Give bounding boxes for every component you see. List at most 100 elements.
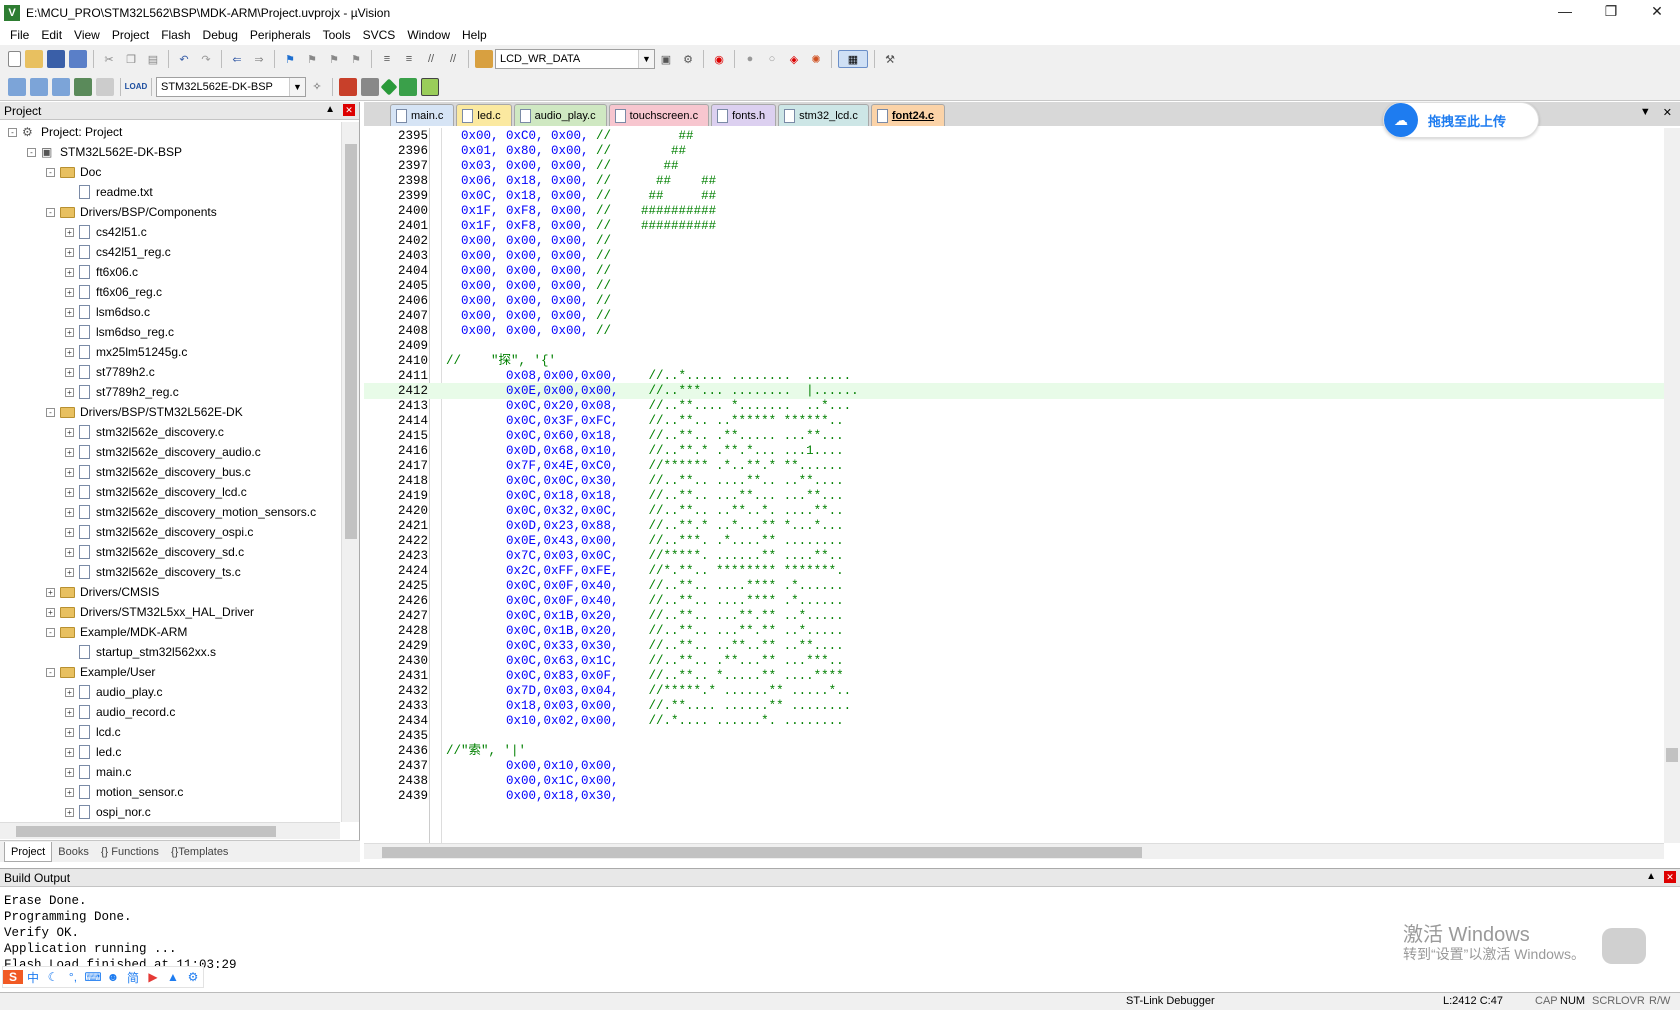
code-line[interactable]: 2428 0x0C,0x1B,0x20, //..**.. ...**.** .… — [364, 623, 1664, 639]
breakpoint-disable-all-icon[interactable]: ◈ — [785, 50, 803, 68]
ime-user-icon[interactable]: ☻ — [103, 970, 123, 984]
editor-horizontal-scrollbar[interactable] — [364, 843, 1664, 859]
select-packs-icon[interactable] — [361, 77, 379, 96]
build-icon[interactable] — [30, 77, 48, 96]
code-line[interactable]: 2430 0x0C,0x63,0x1C, //..**.. .**...** .… — [364, 653, 1664, 669]
expand-icon[interactable]: + — [65, 567, 74, 577]
collapse-icon[interactable]: - — [46, 667, 55, 677]
chat-icon[interactable] — [1602, 928, 1646, 964]
ime-video-icon[interactable]: ▶ — [143, 970, 163, 984]
expand-icon[interactable]: + — [65, 507, 74, 517]
expand-icon[interactable]: + — [65, 807, 74, 817]
tree-item[interactable]: + motion_sensor.c — [65, 782, 183, 802]
drag-upload-widget[interactable]: ☁ 拖拽至此上传 — [1383, 102, 1539, 138]
code-line[interactable]: 2417 0x7F,0x4E,0xC0, //****** .*..**.* *… — [364, 458, 1664, 474]
batch-build-icon[interactable] — [74, 77, 92, 96]
tree-item[interactable]: + lsm6dso.c — [65, 302, 150, 322]
tree-item[interactable]: + stm32l562e_discovery_lcd.c — [65, 482, 247, 502]
tree-horizontal-scrollbar[interactable] — [0, 822, 340, 839]
tree-item[interactable]: + main.c — [65, 762, 131, 782]
indent-icon[interactable]: ≡ — [378, 50, 396, 68]
unindent-icon[interactable]: ≡ — [400, 50, 418, 68]
expand-icon[interactable]: + — [65, 367, 74, 377]
ime-skin-icon[interactable]: ▲ — [163, 970, 183, 984]
tree-item[interactable]: + cs42l51.c — [65, 222, 147, 242]
navigate-forward-icon[interactable]: ⇒ — [250, 50, 268, 68]
tree-item[interactable]: + st7789h2.c — [65, 362, 155, 382]
code-line[interactable]: 2403 0x00, 0x00, 0x00, // — [364, 248, 1664, 264]
pack-installer-icon[interactable] — [399, 77, 417, 96]
ime-moon-icon[interactable]: ☾ — [43, 970, 63, 984]
expand-icon[interactable]: + — [65, 227, 74, 237]
find-in-files-icon[interactable] — [475, 50, 493, 68]
tree-item[interactable]: + Drivers/STM32L5xx_HAL_Driver — [46, 602, 254, 622]
find-combo[interactable]: LCD_WR_DATA ▼ — [495, 49, 655, 69]
scrollbar-thumb[interactable] — [382, 847, 1142, 858]
code-line[interactable]: 2410 // "探", '{' — [364, 353, 1664, 369]
code-line[interactable]: 2409 — [364, 338, 1664, 354]
bookmark-clear-icon[interactable]: ⚑ — [347, 50, 365, 68]
code-line[interactable]: 2438 0x00,0x1C,0x00, — [364, 773, 1664, 789]
expand-icon[interactable]: + — [65, 347, 74, 357]
translate-icon[interactable] — [8, 77, 26, 96]
close-icon[interactable]: ✕ — [1663, 106, 1672, 119]
bookmark-toggle-icon[interactable]: ⚑ — [281, 50, 299, 68]
code-line[interactable]: 2412 0x0E,0x00,0x00, //..***... ........… — [364, 383, 1664, 399]
open-file-icon[interactable] — [25, 50, 43, 68]
tree-item[interactable]: + stm32l562e_discovery_ts.c — [65, 562, 241, 582]
code-line[interactable]: 2416 0x0D,0x68,0x10, //..**.* .**.*... .… — [364, 443, 1664, 459]
expand-icon[interactable]: + — [65, 687, 74, 697]
ime-punct-icon[interactable]: °, — [63, 970, 83, 984]
tree-item[interactable]: startup_stm32l562xx.s — [65, 642, 216, 662]
bookmark-prev-icon[interactable]: ⚑ — [303, 50, 321, 68]
stop-build-icon[interactable] — [96, 77, 114, 96]
comment-icon[interactable]: // — [422, 50, 440, 68]
tree-item[interactable]: + led.c — [65, 742, 121, 762]
menu-peripherals[interactable]: Peripherals — [244, 25, 317, 45]
target-combo[interactable]: STM32L562E-DK-BSP ▼ — [156, 76, 306, 97]
menu-svcs[interactable]: SVCS — [357, 25, 402, 45]
code-line[interactable]: 2432 0x7D,0x03,0x04, //*****.* ......** … — [364, 683, 1664, 699]
tree-item[interactable]: + stm32l562e_discovery.c — [65, 422, 224, 442]
code-line[interactable]: 2404 0x00, 0x00, 0x00, // — [364, 263, 1664, 279]
expand-icon[interactable]: + — [65, 447, 74, 457]
ime-simplified-toggle[interactable]: 简 — [123, 969, 143, 986]
code-line[interactable]: 2399 0x0C, 0x18, 0x00, // ## ## — [364, 188, 1664, 204]
breakpoint-kill-all-icon[interactable]: ✺ — [807, 50, 825, 68]
collapse-icon[interactable]: - — [8, 127, 17, 137]
collapse-icon[interactable]: - — [46, 627, 55, 637]
code-line[interactable]: 2407 0x00, 0x00, 0x00, // — [364, 308, 1664, 324]
menu-window[interactable]: Window — [401, 25, 456, 45]
tree-item[interactable]: + cs42l51_reg.c — [65, 242, 171, 262]
tree-item[interactable]: + audio_record.c — [65, 702, 175, 722]
code-line[interactable]: 2437 0x00,0x10,0x00, — [364, 758, 1664, 774]
editor-tab[interactable]: stm32_lcd.c — [778, 104, 869, 126]
editor-tab[interactable]: led.c — [456, 104, 512, 126]
tree-item[interactable]: - Doc — [46, 162, 101, 182]
code-line[interactable]: 2411 0x08,0x00,0x00, //..*..... ........… — [364, 368, 1664, 384]
tab-project[interactable]: Project — [4, 841, 53, 862]
menu-debug[interactable]: Debug — [197, 25, 244, 45]
tree-item[interactable]: + ft6x06.c — [65, 262, 138, 282]
breakpoint-insert-icon[interactable]: ● — [741, 50, 759, 68]
tree-item[interactable]: readme.txt — [65, 182, 153, 202]
tree-item[interactable]: + st7789h2_reg.c — [65, 382, 179, 402]
code-line[interactable]: 2414 0x0C,0x3F,0xFC, //..**.. ..****** *… — [364, 413, 1664, 429]
tree-item[interactable]: + ospi_nor.c — [65, 802, 151, 822]
code-line[interactable]: 2397 0x03, 0x00, 0x00, // ## — [364, 158, 1664, 174]
code-line[interactable]: 2398 0x06, 0x18, 0x00, // ## ## — [364, 173, 1664, 189]
window-layout-icon[interactable]: ▦ — [838, 50, 868, 68]
expand-icon[interactable]: + — [65, 427, 74, 437]
code-line[interactable]: 2413 0x0C,0x20,0x08, //..**.... *.......… — [364, 398, 1664, 414]
code-area[interactable]: 2395 0x00, 0xC0, 0x00, // ## 2396 0x01, 0… — [364, 128, 1664, 843]
code-line[interactable]: 2421 0x0D,0x23,0x88, //..**.* ..*...** *… — [364, 518, 1664, 534]
tree-item[interactable]: + mx25lm51245g.c — [65, 342, 187, 362]
ime-logo-icon[interactable]: S — [3, 970, 23, 984]
cut-icon[interactable]: ✂ — [100, 50, 118, 68]
expand-icon[interactable]: + — [65, 767, 74, 777]
tree-item[interactable]: + audio_play.c — [65, 682, 163, 702]
collapse-icon[interactable]: - — [46, 167, 55, 177]
menu-file[interactable]: File — [4, 25, 35, 45]
code-line[interactable]: 2408 0x00, 0x00, 0x00, // — [364, 323, 1664, 339]
code-line[interactable]: 2419 0x0C,0x18,0x18, //..**.. ...**... .… — [364, 488, 1664, 504]
